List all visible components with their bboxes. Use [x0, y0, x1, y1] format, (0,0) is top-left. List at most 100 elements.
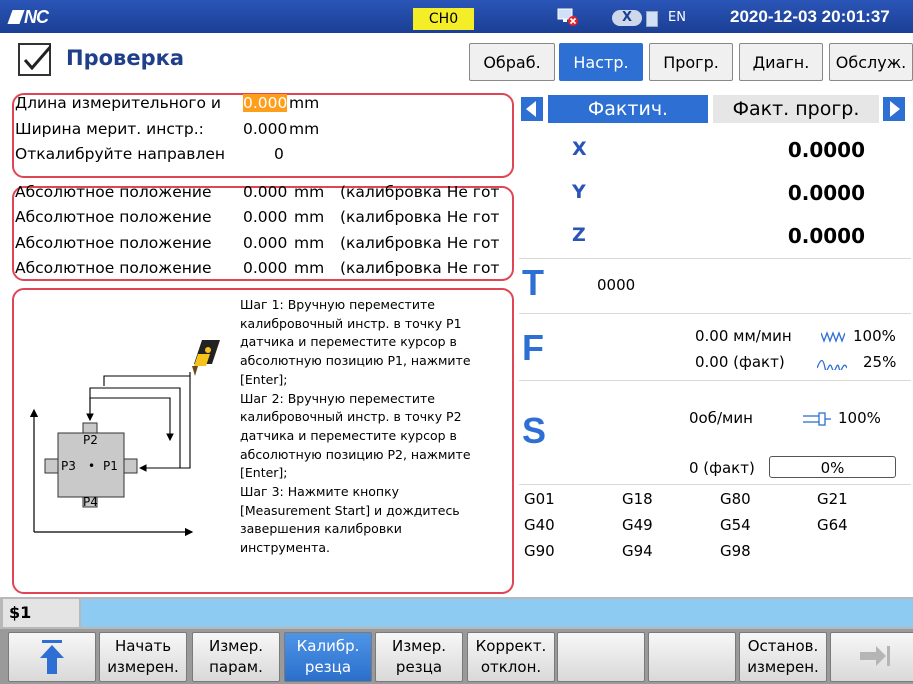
- separator: [519, 258, 911, 259]
- instruction-line: [Measurement Start] и дождитесь: [240, 502, 460, 518]
- softkey-label: измерен.: [107, 658, 179, 676]
- tool-letter: T: [522, 262, 544, 303]
- spindle-override-icon: [803, 411, 833, 430]
- tab-1[interactable]: Настр.: [559, 43, 643, 81]
- softkey-label: Измер.: [208, 637, 264, 655]
- instruction-line: инструмента.: [240, 540, 330, 556]
- softkey-6[interactable]: [557, 632, 645, 682]
- position-label: Абсолютное положение: [15, 208, 212, 227]
- return-top-icon: [40, 640, 64, 674]
- instruction-line: абсолютную позицию P2, нажмите: [240, 446, 471, 462]
- channel-indicator[interactable]: CH0: [413, 8, 474, 30]
- position-value: 0.000: [243, 258, 288, 277]
- position-unit: mm: [294, 208, 325, 227]
- network-disconnected-icon: [557, 8, 579, 26]
- calibration-status: (калибровка Не гот: [340, 258, 500, 277]
- param-value[interactable]: 0.000: [243, 120, 287, 138]
- alarm-x-icon: X: [612, 10, 642, 26]
- tab-0[interactable]: Обраб.: [469, 43, 555, 81]
- language-indicator[interactable]: EN: [668, 10, 686, 25]
- instruction-line: [Enter];: [240, 465, 288, 481]
- position-label: Абсолютное положение: [15, 233, 212, 252]
- softkey-2[interactable]: Измер. парам.: [192, 632, 280, 682]
- softkey-next[interactable]: [830, 632, 913, 682]
- probe-pad-p2: [82, 422, 98, 434]
- axis-value: 0.0000: [787, 181, 865, 205]
- instruction-line: завершения калибровки: [240, 521, 402, 537]
- softkey-label: отклон.: [480, 658, 542, 676]
- softkey-8[interactable]: Останов. измерен.: [739, 632, 827, 682]
- check-icon: [18, 43, 51, 76]
- calibration-status: (калибровка Не гот: [340, 183, 500, 201]
- tab-actual-program[interactable]: Факт. прогр.: [713, 95, 879, 123]
- position-label: Абсолютное положение: [15, 258, 212, 277]
- keyboard-icon: [646, 11, 658, 27]
- separator: [519, 484, 911, 485]
- instruction-line: Шаг 3: Нажмите кнопку: [240, 484, 400, 500]
- softkey-label: Калибр.: [296, 637, 360, 655]
- separator: [519, 313, 911, 314]
- rapid-override: 25%: [863, 353, 897, 371]
- tab-2[interactable]: Прогр.: [649, 43, 733, 81]
- instruction-line: абсолютную позицию P1, нажмите: [240, 353, 471, 369]
- page-title: Проверка: [66, 46, 185, 70]
- param-label: Длина измерительного и: [15, 94, 221, 112]
- feed-rate: 0.00 мм/мин: [695, 327, 792, 345]
- position-unit: mm: [294, 258, 325, 277]
- probe-pad-p1: [123, 458, 138, 474]
- softkey-label: Коррект.: [475, 637, 547, 655]
- command-input[interactable]: [81, 599, 913, 627]
- calibration-status: (калибровка Не гот: [340, 233, 500, 252]
- axis-value: 0.0000: [787, 224, 865, 248]
- gcode: G40: [524, 516, 555, 534]
- position-label: Абсолютное положение: [15, 183, 212, 201]
- next-arrow-icon[interactable]: [883, 97, 905, 121]
- param-unit: mm: [289, 94, 320, 112]
- brand-logo: NC: [7, 7, 60, 27]
- spindle-override: 100%: [838, 409, 881, 427]
- position-value: 0.000: [243, 233, 288, 252]
- spindle-letter: S: [522, 410, 547, 451]
- tab-3[interactable]: Диагн.: [739, 43, 823, 81]
- softkey-label: Останов.: [747, 637, 819, 655]
- gcode: G94: [622, 542, 653, 560]
- cutting-tool-icon: [192, 340, 220, 376]
- softkey-1[interactable]: Начать измерен.: [99, 632, 187, 682]
- tab-4[interactable]: Обслуж.: [829, 43, 913, 81]
- separator: [519, 380, 911, 381]
- param-value[interactable]: 0.000: [243, 94, 288, 112]
- tool-number: 0000: [597, 276, 636, 294]
- spindle-load-bar: 0%: [769, 456, 896, 478]
- instruction-line: калибровочный инстр. в точку P2: [240, 409, 462, 425]
- instruction-line: датчика и переместите курсор в: [240, 334, 457, 350]
- prev-arrow-icon[interactable]: [521, 97, 543, 121]
- label-p4: P4: [83, 495, 98, 509]
- spindle-actual: 0 (факт): [689, 459, 755, 477]
- position-value: 0.000: [243, 208, 288, 227]
- probe-diagram: P2 P4 P3 • P1: [29, 340, 220, 537]
- param-value[interactable]: 0: [274, 145, 284, 163]
- softkey-5[interactable]: Коррект. отклон.: [467, 632, 555, 682]
- calibration-instructions: Шаг 1: Вручную переместите калибровочный …: [240, 296, 508, 558]
- axis-name: X: [572, 138, 587, 160]
- softkey-7[interactable]: [648, 632, 736, 682]
- softkey-label: резца: [395, 658, 443, 676]
- softkey-3[interactable]: Калибр. резца: [284, 632, 372, 682]
- tab-actual[interactable]: Фактич.: [548, 95, 708, 123]
- position-unit: mm: [294, 233, 325, 252]
- softkey-label: измерен.: [747, 658, 819, 676]
- softkey-label: Измер.: [391, 637, 447, 655]
- instruction-line: датчика и переместите курсор в: [240, 427, 457, 443]
- instruction-line: [Enter];: [240, 371, 288, 387]
- softkey-label: Начать: [114, 637, 172, 655]
- softkey-4[interactable]: Измер. резца: [375, 632, 463, 682]
- softkey-back[interactable]: [8, 632, 96, 682]
- axis-value: 0.0000: [787, 138, 865, 162]
- gcode: G49: [622, 516, 653, 534]
- gcode: G21: [817, 490, 848, 508]
- gcode: G18: [622, 490, 653, 508]
- gcode: G98: [720, 542, 751, 560]
- gcode: G90: [524, 542, 555, 560]
- feed-override: 100%: [853, 327, 896, 345]
- datetime: 2020-12-03 20:01:37: [730, 7, 890, 26]
